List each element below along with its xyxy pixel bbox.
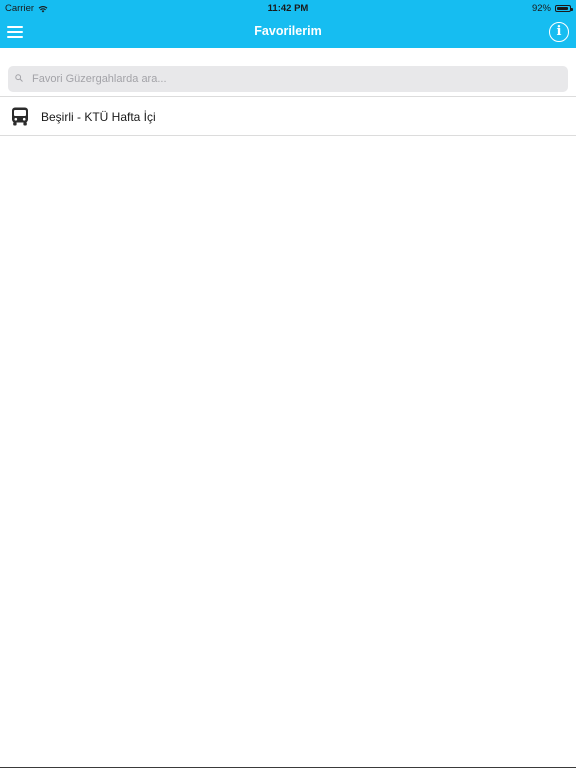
battery-info: 92% bbox=[531, 3, 573, 14]
battery-icon bbox=[555, 5, 573, 12]
page-title: Favorilerim bbox=[254, 24, 322, 38]
top-bar: Carrier 11:42 PM 92% Favorilerim i bbox=[0, 0, 576, 48]
status-bar: Carrier 11:42 PM 92% bbox=[0, 0, 576, 16]
search-input[interactable] bbox=[32, 66, 557, 92]
battery-percent: 92% bbox=[531, 3, 551, 14]
search-bar[interactable] bbox=[8, 66, 568, 92]
search-icon bbox=[15, 74, 23, 82]
navigation-bar: Favorilerim i bbox=[0, 16, 576, 48]
favorites-list: Beşirli - KTÜ Hafta İçi bbox=[0, 96, 576, 136]
battery-nub bbox=[571, 7, 573, 11]
status-time: 11:42 PM bbox=[267, 3, 309, 14]
info-icon[interactable]: i bbox=[549, 22, 569, 42]
favorite-route-label: Beşirli - KTÜ Hafta İçi bbox=[41, 110, 156, 124]
bus-icon bbox=[12, 107, 28, 126]
battery-fill bbox=[557, 7, 569, 10]
app-screen: Carrier 11:42 PM 92% Favorilerim i Favor… bbox=[0, 0, 576, 768]
favorite-route-row[interactable]: Beşirli - KTÜ Hafta İçi bbox=[0, 96, 576, 136]
search-area bbox=[0, 48, 576, 96]
